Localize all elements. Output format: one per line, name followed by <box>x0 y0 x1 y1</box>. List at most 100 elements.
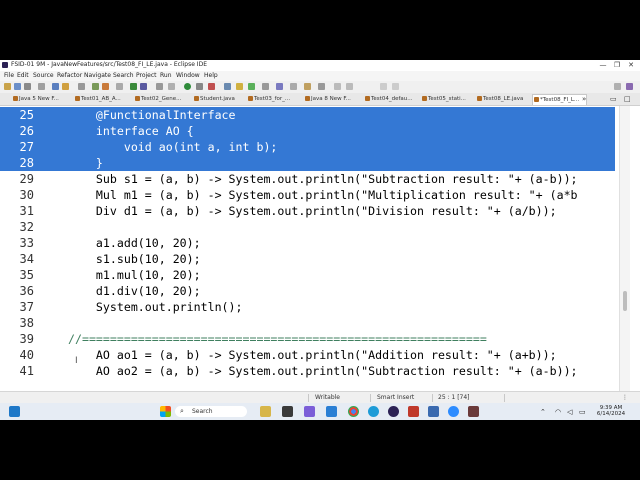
minimize-view-icon[interactable]: ▭ <box>610 95 617 103</box>
editor-tab[interactable]: Test01_AB_A... <box>74 94 121 104</box>
tool5-icon[interactable] <box>168 83 175 90</box>
system-clock[interactable]: 9:39 AM 6/14/2024 <box>591 405 631 417</box>
new-icon[interactable] <box>4 83 11 90</box>
code-line[interactable]: 28 } <box>0 155 615 171</box>
app-icon[interactable] <box>326 406 337 417</box>
wifi-icon[interactable]: ◠ <box>555 408 561 416</box>
search-tool-icon[interactable] <box>276 83 283 90</box>
code-line[interactable]: 38 <box>0 315 615 331</box>
code-line[interactable]: 37 System.out.println(); <box>0 299 615 315</box>
menu-file[interactable]: File <box>4 72 14 79</box>
menu-project[interactable]: Project <box>136 72 157 79</box>
save-all-icon[interactable] <box>24 83 31 90</box>
code-line[interactable]: 35 m1.mul(10, 20); <box>0 267 615 283</box>
menu-run[interactable]: Run <box>160 72 172 79</box>
app3-icon[interactable] <box>428 406 439 417</box>
editor-tab-active[interactable]: *Test08_FI_L... <box>532 94 587 105</box>
save-icon[interactable] <box>14 83 21 90</box>
tool7-icon[interactable] <box>304 83 311 90</box>
code-line[interactable]: 30 Mul m1 = (a, b) -> System.out.println… <box>0 187 615 203</box>
nav-back-icon[interactable] <box>380 83 387 90</box>
editor-tab[interactable]: Test08_LE.java <box>476 94 523 104</box>
code-line[interactable]: 32 <box>0 219 615 235</box>
tray-chevron-icon[interactable]: ⌃ <box>540 408 546 416</box>
menu-search[interactable]: Search <box>113 72 134 79</box>
run-icon[interactable] <box>184 83 191 90</box>
code-line[interactable]: 34 s1.sub(10, 20); <box>0 251 615 267</box>
teams-icon[interactable] <box>304 406 315 417</box>
code-line[interactable]: 29 Sub s1 = (a, b) -> System.out.println… <box>0 171 615 187</box>
debug-menu-icon[interactable] <box>140 83 147 90</box>
nav-forward-icon[interactable] <box>392 83 399 90</box>
main-toolbar <box>0 81 640 93</box>
code-line[interactable]: 36 d1.div(10, 20); <box>0 283 615 299</box>
tool4-icon[interactable] <box>156 83 163 90</box>
editor-tab[interactable]: Test03_for_... <box>247 94 290 104</box>
editor-tab[interactable]: Test05_stati... <box>421 94 466 104</box>
run-dropdown-icon[interactable] <box>196 83 203 90</box>
close-button[interactable]: ✕ <box>624 60 638 71</box>
chrome-icon[interactable] <box>348 406 359 417</box>
editor-tab[interactable]: Java 5 New F... <box>12 94 59 104</box>
new-package-icon[interactable] <box>236 83 243 90</box>
windows-start-icon[interactable] <box>160 406 171 417</box>
external-tools-icon[interactable] <box>208 83 215 90</box>
menu-help[interactable]: Help <box>204 72 218 79</box>
back-icon[interactable] <box>334 83 341 90</box>
task-view-icon[interactable] <box>282 406 293 417</box>
maximize-view-icon[interactable]: □ <box>624 95 631 103</box>
code-line[interactable]: 25 @FunctionalInterface <box>0 107 615 123</box>
annotation-icon[interactable] <box>318 83 325 90</box>
editor-tab[interactable]: Student.java <box>193 94 235 104</box>
code-line[interactable]: 41 AO ao2 = (a, b) -> System.out.println… <box>0 363 615 379</box>
volume-icon[interactable]: ◁ <box>567 408 572 416</box>
edge-icon[interactable] <box>368 406 379 417</box>
battery-icon[interactable]: ▭ <box>579 408 586 416</box>
line-number: 30 <box>19 188 34 202</box>
zoom-icon[interactable] <box>448 406 459 417</box>
open-perspective-icon[interactable] <box>614 83 621 90</box>
code-line[interactable]: 27 void ao(int a, int b); <box>0 139 615 155</box>
tool3-icon[interactable] <box>116 83 123 90</box>
code-line[interactable]: 26 interface AO { <box>0 123 615 139</box>
file-explorer-icon[interactable] <box>260 406 271 417</box>
scrollbar-thumb[interactable] <box>623 291 627 311</box>
tab-overflow-icon[interactable]: » <box>582 95 586 103</box>
code-line[interactable]: 33 a1.add(10, 20); <box>0 235 615 251</box>
editor-tab[interactable]: Test04_defau... <box>364 94 413 104</box>
menu-navigate[interactable]: Navigate <box>84 72 111 79</box>
debug-run-icon[interactable] <box>130 83 137 90</box>
debug-icon[interactable] <box>52 83 59 90</box>
forward-icon[interactable] <box>346 83 353 90</box>
editor-vertical-scrollbar[interactable] <box>619 106 630 391</box>
code-line[interactable]: 31 Div d1 = (a, b) -> System.out.println… <box>0 203 615 219</box>
code-line[interactable]: 40 AO ao1 = (a, b) -> System.out.println… <box>0 347 615 363</box>
java-perspective-icon[interactable] <box>626 83 633 90</box>
package-icon[interactable] <box>62 83 69 90</box>
editor-tab[interactable]: Java 8 New F... <box>304 94 351 104</box>
eclipse-taskbar-icon[interactable] <box>388 406 399 417</box>
minimize-button[interactable]: — <box>596 60 610 71</box>
new-java-project-icon[interactable] <box>224 83 231 90</box>
tool6-icon[interactable] <box>290 83 297 90</box>
open-type-icon[interactable] <box>262 83 269 90</box>
menu-window[interactable]: Window <box>176 72 200 79</box>
menu-edit[interactable]: Edit <box>17 72 29 79</box>
maximize-button[interactable]: ❐ <box>610 60 624 71</box>
app2-icon[interactable] <box>408 406 419 417</box>
code-editor[interactable]: 25 @FunctionalInterface 26 interface AO … <box>0 106 640 391</box>
widgets-icon[interactable] <box>9 406 20 417</box>
app4-icon[interactable] <box>468 406 479 417</box>
print-icon[interactable] <box>38 83 45 90</box>
status-menu-icon[interactable]: ⋮ <box>622 394 628 401</box>
tool-icon[interactable] <box>92 83 99 90</box>
menu-refactor[interactable]: Refactor <box>57 72 82 79</box>
search-icon: ⌕ <box>180 407 184 415</box>
new-class-icon[interactable] <box>248 83 255 90</box>
editor-tab[interactable]: Test02_Gene... <box>134 94 181 104</box>
menu-source[interactable]: Source <box>33 72 54 79</box>
toggle-icon[interactable] <box>78 83 85 90</box>
tool2-icon[interactable] <box>102 83 109 90</box>
code-line[interactable]: 39 //===================================… <box>0 331 615 347</box>
taskbar-search-box[interactable]: ⌕ Search <box>175 406 247 417</box>
